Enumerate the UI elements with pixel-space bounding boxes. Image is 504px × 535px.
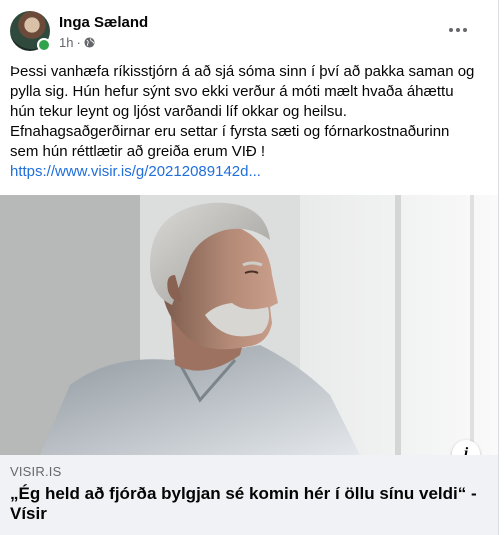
- post-meta: 1h ·: [59, 35, 95, 50]
- portrait-photo: [0, 195, 498, 455]
- globe-icon[interactable]: [84, 37, 95, 48]
- post-time[interactable]: 1h: [59, 35, 73, 50]
- link-preview-image[interactable]: [0, 195, 498, 455]
- avatar[interactable]: [10, 11, 51, 52]
- link-preview-card[interactable]: VISIR.IS „Ég held að fjórða bylgjan sé k…: [0, 455, 498, 535]
- meta-separator: ·: [76, 35, 81, 50]
- post-link[interactable]: https://www.visir.is/g/20212089142d...: [10, 163, 261, 180]
- facebook-post: Inga Sæland 1h · Þessi vanhæfa ríkisstjó…: [0, 0, 499, 535]
- author-name[interactable]: Inga Sæland: [59, 14, 148, 31]
- post-body: Þessi vanhæfa ríkisstjórn á að sjá sóma …: [10, 63, 475, 160]
- online-status-icon: [37, 38, 51, 52]
- post-header: Inga Sæland 1h ·: [0, 0, 498, 60]
- more-options-icon[interactable]: [444, 20, 472, 40]
- link-domain: VISIR.IS: [10, 464, 62, 479]
- link-title[interactable]: „Ég held að fjórða bylgjan sé komin hér …: [10, 484, 480, 524]
